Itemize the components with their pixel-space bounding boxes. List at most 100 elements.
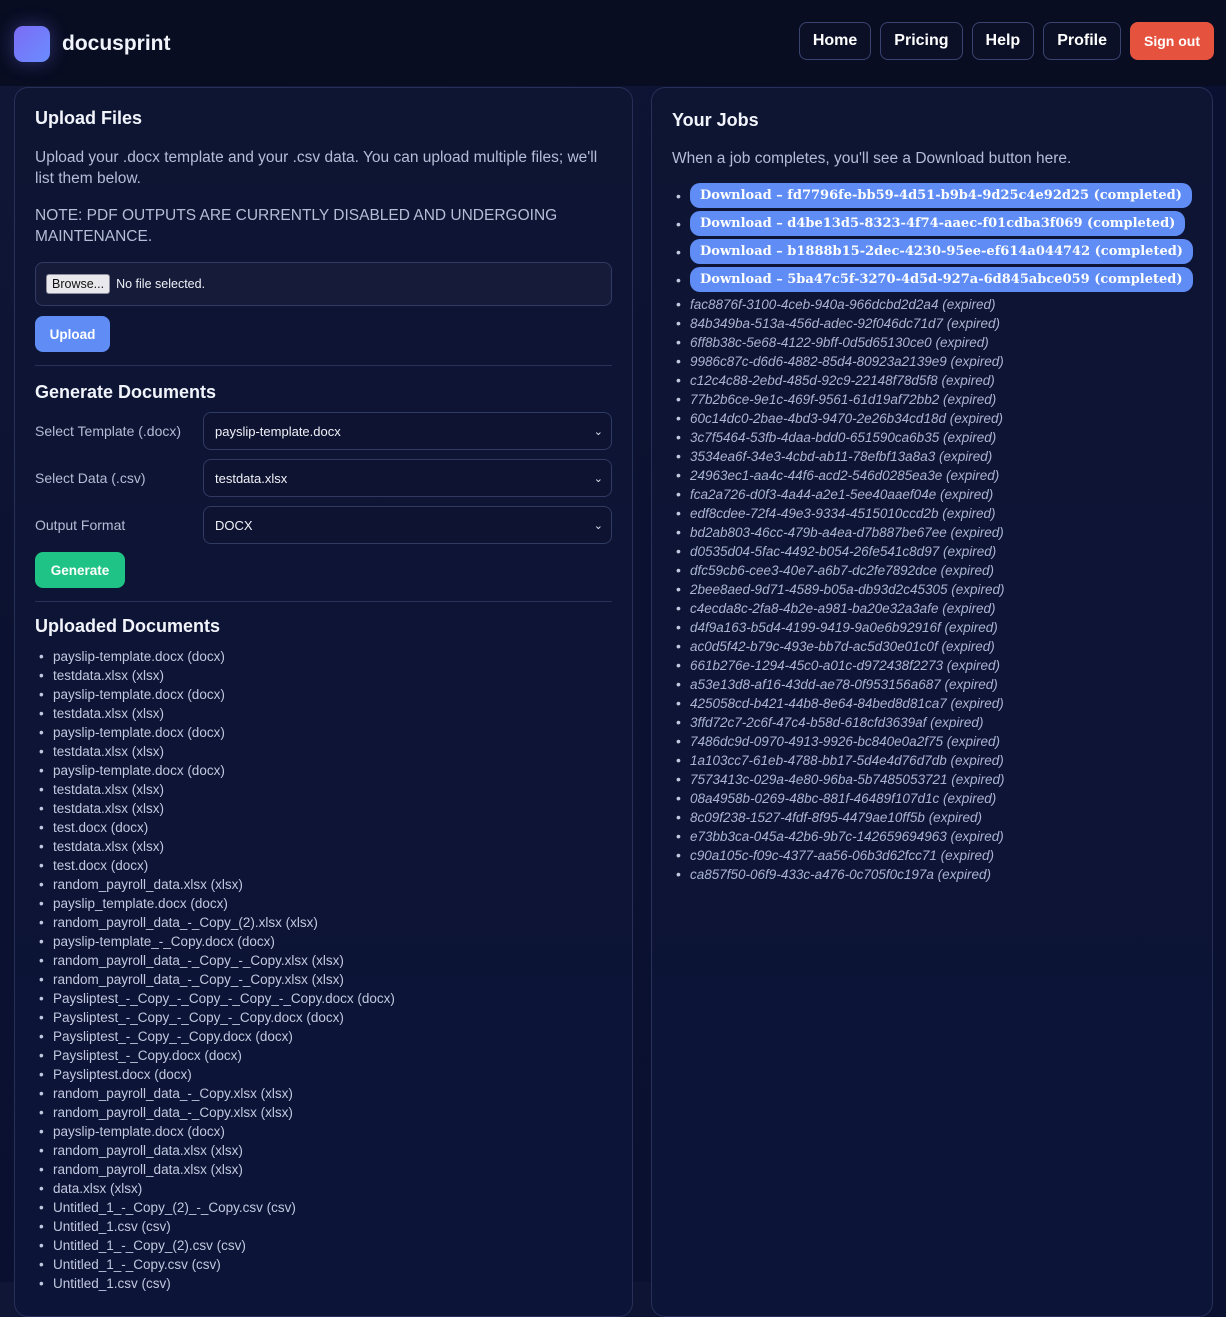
- expired-job-item: 8c09f238-1527-4fdf-8f95-4479ae10ff5b (ex…: [672, 808, 1192, 827]
- expired-job-item: c4ecda8c-2fa8-4b2e-a981-ba20e32a3afe (ex…: [672, 599, 1192, 618]
- brand[interactable]: docusprint: [14, 26, 171, 62]
- uploaded-document-item: random_payroll_data_-_Copy_-_Copy.xlsx (…: [35, 951, 612, 970]
- data-label: Select Data (.csv): [35, 470, 146, 486]
- upload-files-title: Upload Files: [35, 108, 143, 128]
- uploaded-document-item: Paysliptest_-_Copy_-_Copy_-_Copy.docx (d…: [35, 1008, 612, 1027]
- expired-job-item: ac0d5f42-b79c-493e-bb7d-ac5d30e01c0f (ex…: [672, 637, 1192, 656]
- nav-profile-button[interactable]: Profile: [1043, 22, 1121, 60]
- expired-job-item: bd2ab803-46cc-479b-a4ea-d7b887be67ee (ex…: [672, 523, 1192, 542]
- uploaded-document-item: testdata.xlsx (xlsx): [35, 666, 612, 685]
- app-logo-icon: [14, 26, 50, 62]
- expired-job-item: dfc59cb6-cee3-40e7-a6b7-dc2fe7892dce (ex…: [672, 561, 1192, 580]
- expired-job-item: fac8876f-3100-4ceb-940a-966dcbd2d2a4 (ex…: [672, 295, 1192, 314]
- template-select[interactable]: payslip-template.docx ⌄: [203, 412, 612, 450]
- data-select-value: testdata.xlsx: [215, 470, 288, 486]
- expired-job-item: 08a4958b-0269-48bc-881f-46489f107d1c (ex…: [672, 789, 1192, 808]
- divider: [35, 365, 612, 366]
- expired-job-item: 3c7f5464-53fb-4daa-bdd0-651590ca6b35 (ex…: [672, 428, 1192, 447]
- data-row: Select Data (.csv) testdata.xlsx ⌄: [35, 459, 612, 497]
- pdf-maintenance-note: NOTE: PDF OUTPUTS ARE CURRENTLY DISABLED…: [35, 207, 558, 245]
- uploaded-document-item: Untitled_1.csv (csv): [35, 1217, 612, 1236]
- chevron-down-icon: ⌄: [593, 519, 603, 532]
- uploaded-document-item: random_payroll_data_-_Copy_(2).xlsx (xls…: [35, 913, 612, 932]
- uploaded-document-item: payslip-template.docx (docx): [35, 723, 612, 742]
- uploaded-document-item: Untitled_1.csv (csv): [35, 1274, 612, 1293]
- uploaded-document-item: random_payroll_data.xlsx (xlsx): [35, 1141, 612, 1160]
- uploaded-document-item: testdata.xlsx (xlsx): [35, 837, 612, 856]
- uploaded-document-item: Paysliptest_-_Copy_-_Copy_-_Copy_-_Copy.…: [35, 989, 612, 1008]
- uploaded-document-item: data.xlsx (xlsx): [35, 1179, 612, 1198]
- uploaded-document-item: random_payroll_data_-_Copy.xlsx (xlsx): [35, 1103, 612, 1122]
- completed-job-item: Download – d4be13d5-8323-4f74-aaec-f01cd…: [672, 211, 1192, 239]
- uploaded-document-item: Paysliptest_-_Copy.docx (docx): [35, 1046, 612, 1065]
- format-select[interactable]: DOCX ⌄: [203, 506, 612, 544]
- uploaded-document-item: testdata.xlsx (xlsx): [35, 704, 612, 723]
- uploaded-document-item: testdata.xlsx (xlsx): [35, 742, 612, 761]
- file-input[interactable]: Browse... No file selected.: [35, 262, 612, 306]
- nav-home-button[interactable]: Home: [798, 22, 872, 60]
- completed-job-item: Download – 5ba47c5f-3270-4d5d-927a-6d845…: [672, 267, 1193, 295]
- top-navigation-bar: docusprint Home Pricing Help Profile Sig…: [0, 0, 1226, 86]
- completed-job-item: Download – fd7796fe-bb59-4d51-b9b4-9d25c…: [672, 183, 1192, 211]
- expired-job-item: d4f9a163-b5d4-4199-9419-9a0e6b92916f (ex…: [672, 618, 1192, 637]
- uploaded-document-item: payslip-template.docx (docx): [35, 685, 612, 704]
- uploaded-document-item: payslip-template_-_Copy.docx (docx): [35, 932, 612, 951]
- expired-job-item: fca2a726-d0f3-4a44-a2e1-5ee40aaef04e (ex…: [672, 485, 1192, 504]
- expired-job-item: 7486dc9d-0970-4913-9926-bc840e0a2f75 (ex…: [672, 732, 1192, 751]
- uploaded-document-item: Paysliptest.docx (docx): [35, 1065, 612, 1084]
- upload-panel: Upload Files Upload your .docx template …: [14, 87, 633, 1317]
- chevron-down-icon: ⌄: [593, 425, 603, 438]
- sign-out-button[interactable]: Sign out: [1130, 22, 1214, 60]
- uploaded-documents-title: Uploaded Documents: [35, 616, 221, 636]
- uploaded-document-item: random_payroll_data.xlsx (xlsx): [35, 1160, 612, 1179]
- expired-job-item: 6ff8b38c-5e68-4122-9bff-0d5d65130ce0 (ex…: [672, 333, 1192, 352]
- brand-name: docusprint: [62, 32, 171, 55]
- divider: [35, 601, 612, 602]
- expired-job-item: 425058cd-b421-44b8-8e64-84bed8d81ca7 (ex…: [672, 694, 1192, 713]
- uploaded-document-item: testdata.xlsx (xlsx): [35, 799, 612, 818]
- uploaded-document-item: random_payroll_data.xlsx (xlsx): [35, 875, 612, 894]
- upload-description: Upload your .docx template and your .csv…: [35, 149, 598, 187]
- download-button[interactable]: Download – d4be13d5-8323-4f74-aaec-f01cd…: [690, 211, 1186, 236]
- data-select[interactable]: testdata.xlsx ⌄: [203, 459, 612, 497]
- expired-job-item: 24963ec1-aa4c-44f6-acd2-546d0285ea3e (ex…: [672, 466, 1192, 485]
- expired-job-item: edf8cdee-72f4-49e3-9334-4515010ccd2b (ex…: [672, 504, 1192, 523]
- download-button[interactable]: Download – 5ba47c5f-3270-4d5d-927a-6d845…: [690, 267, 1193, 292]
- jobs-description: When a job completes, you'll see a Downl…: [672, 150, 1072, 167]
- uploaded-document-item: payslip-template.docx (docx): [35, 761, 612, 780]
- expired-job-item: 9986c87c-d6d6-4882-85d4-80923a2139e9 (ex…: [672, 352, 1192, 371]
- uploaded-document-item: random_payroll_data_-_Copy.xlsx (xlsx): [35, 1084, 612, 1103]
- generate-button[interactable]: Generate: [35, 552, 125, 588]
- nav-pricing-button[interactable]: Pricing: [880, 22, 963, 60]
- expired-job-item: 3534ea6f-34e3-4cbd-ab11-78efbf13a8a3 (ex…: [672, 447, 1192, 466]
- main-nav: Home Pricing Help Profile Sign out: [798, 22, 1214, 60]
- uploaded-document-item: test.docx (docx): [35, 856, 612, 875]
- expired-job-item: a53e13d8-af16-43dd-ae78-0f953156a687 (ex…: [672, 675, 1192, 694]
- chevron-down-icon: ⌄: [593, 472, 603, 485]
- expired-job-item: 7573413c-029a-4e80-96ba-5b7485053721 (ex…: [672, 770, 1192, 789]
- uploaded-document-item: testdata.xlsx (xlsx): [35, 780, 612, 799]
- format-row: Output Format DOCX ⌄: [35, 506, 612, 544]
- file-status: No file selected.: [116, 277, 206, 291]
- expired-job-item: 661b276e-1294-45c0-a01c-d972438f2273 (ex…: [672, 656, 1192, 675]
- uploaded-document-item: Untitled_1_-_Copy_(2).csv (csv): [35, 1236, 612, 1255]
- expired-job-item: 84b349ba-513a-456d-adec-92f046dc71d7 (ex…: [672, 314, 1192, 333]
- uploaded-documents-list: payslip-template.docx (docx)testdata.xls…: [35, 647, 612, 1293]
- uploaded-document-item: payslip_template.docx (docx): [35, 894, 612, 913]
- expired-job-item: ca857f50-06f9-433c-a476-0c705f0c197a (ex…: [672, 865, 1192, 884]
- format-select-value: DOCX: [215, 517, 253, 533]
- download-button[interactable]: Download – fd7796fe-bb59-4d51-b9b4-9d25c…: [690, 183, 1192, 208]
- uploaded-document-item: Untitled_1_-_Copy.csv (csv): [35, 1255, 612, 1274]
- download-button[interactable]: Download – b1888b15-2dec-4230-95ee-ef614…: [690, 239, 1193, 264]
- uploaded-document-item: payslip-template.docx (docx): [35, 647, 612, 666]
- upload-button[interactable]: Upload: [35, 316, 110, 352]
- uploaded-document-item: Paysliptest_-_Copy_-_Copy.docx (docx): [35, 1027, 612, 1046]
- completed-job-item: Download – b1888b15-2dec-4230-95ee-ef614…: [672, 239, 1193, 267]
- uploaded-document-item: Untitled_1_-_Copy_(2)_-_Copy.csv (csv): [35, 1198, 612, 1217]
- nav-help-button[interactable]: Help: [971, 22, 1035, 60]
- uploaded-document-item: test.docx (docx): [35, 818, 612, 837]
- uploaded-document-item: payslip-template.docx (docx): [35, 1122, 612, 1141]
- expired-job-item: 1a103cc7-61eb-4788-bb17-5d4e4d76d7db (ex…: [672, 751, 1192, 770]
- generate-documents-title: Generate Documents: [35, 382, 217, 402]
- browse-button[interactable]: Browse...: [46, 274, 111, 294]
